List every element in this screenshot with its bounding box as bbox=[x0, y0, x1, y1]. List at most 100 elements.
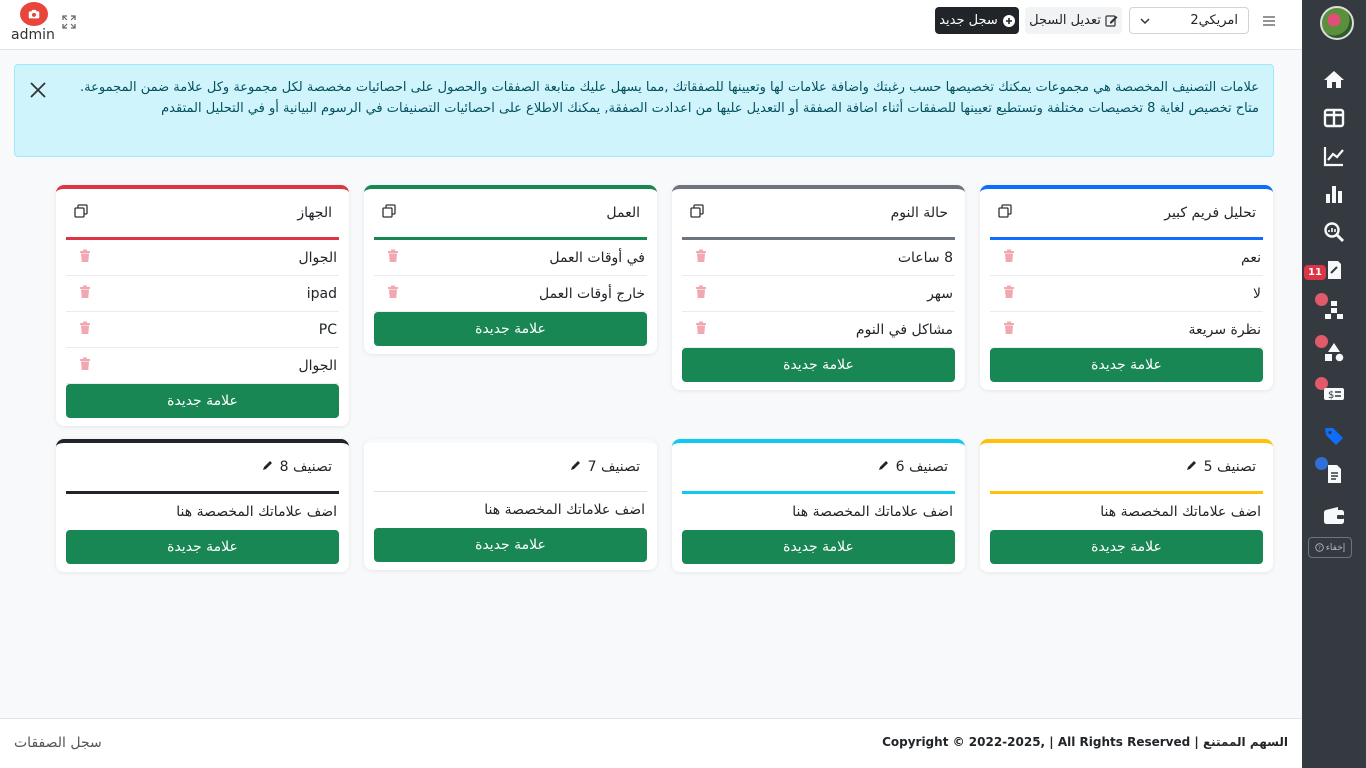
trash-icon[interactable] bbox=[1002, 285, 1016, 303]
category-card: تصنيف 8 اضف علاماتك المخصصة هنا علامة جديد… bbox=[56, 439, 349, 572]
tag-label: في أوقات العمل bbox=[549, 249, 645, 266]
hide-sidebar-button[interactable]: ? إخفاء bbox=[1308, 537, 1352, 558]
shapes-icon[interactable] bbox=[1320, 338, 1348, 366]
card-title-wrap: العمل bbox=[606, 205, 640, 221]
card-header: تصنيف 5 bbox=[980, 443, 1273, 491]
empty-placeholder: اضف علاماتك المخصصة هنا bbox=[176, 504, 337, 520]
new-tag-button[interactable]: علامة جديدة bbox=[374, 528, 647, 562]
card-header: حالة النوم bbox=[672, 189, 965, 237]
card-title: تحليل فريم كبير bbox=[1164, 205, 1256, 221]
category-card: تصنيف 5 اضف علاماتك المخصصة هنا علامة جديد… bbox=[980, 439, 1273, 572]
info-alert: علامات التصنيف المخصصة هي مجموعات يمكنك … bbox=[14, 64, 1274, 157]
account-select-value: امريكي2 bbox=[1190, 13, 1238, 28]
tag-row: PC bbox=[66, 312, 339, 348]
close-icon[interactable] bbox=[29, 81, 47, 99]
journal-icon[interactable] bbox=[1320, 256, 1348, 284]
new-record-label: سجل جديد bbox=[939, 13, 998, 28]
tag-label: سهر bbox=[927, 285, 953, 302]
pencil-icon[interactable] bbox=[261, 459, 274, 476]
edit-record-button[interactable]: تعديل السجل bbox=[1025, 7, 1122, 34]
tag-row: الجوال bbox=[66, 240, 339, 276]
footer: سجل الصفقات السهم الممتنع | Copyright © … bbox=[0, 718, 1302, 768]
edit-record-label: تعديل السجل bbox=[1029, 13, 1101, 28]
trash-icon[interactable] bbox=[1002, 321, 1016, 339]
tag-label: PC bbox=[318, 321, 337, 338]
menu-icon[interactable] bbox=[1262, 14, 1278, 30]
sidebar: 11 $ ? إخفاء bbox=[1302, 0, 1366, 768]
card-header: تصنيف 8 bbox=[56, 443, 349, 491]
card-title-wrap: تصنيف 5 bbox=[1185, 459, 1256, 476]
empty-placeholder: اضف علاماتك المخصصة هنا bbox=[792, 504, 953, 520]
card-title: حالة النوم bbox=[890, 205, 948, 221]
new-tag-button[interactable]: علامة جديدة bbox=[66, 530, 339, 564]
new-record-button[interactable]: سجل جديد bbox=[935, 7, 1019, 34]
tag-label: الجوال bbox=[298, 249, 338, 266]
tag-row: مشاكل في النوم bbox=[682, 312, 955, 348]
copy-icon[interactable] bbox=[690, 204, 704, 222]
card-header: تصنيف 7 bbox=[364, 443, 657, 491]
trash-icon[interactable] bbox=[78, 321, 92, 339]
card-title-wrap: تصنيف 7 bbox=[569, 459, 640, 476]
pencil-icon[interactable] bbox=[569, 459, 582, 476]
tags-icon[interactable] bbox=[1320, 422, 1348, 450]
copy-icon[interactable] bbox=[998, 204, 1012, 222]
card-title-wrap: تصنيف 8 bbox=[261, 459, 332, 476]
bar-chart-icon[interactable] bbox=[1320, 180, 1348, 208]
search-analytics-icon[interactable] bbox=[1320, 218, 1348, 246]
trash-icon[interactable] bbox=[78, 285, 92, 303]
pencil-icon[interactable] bbox=[1185, 459, 1198, 476]
tag-row: لا bbox=[990, 276, 1263, 312]
tag-label: نظرة سريعة bbox=[1188, 321, 1261, 338]
home-icon[interactable] bbox=[1320, 66, 1348, 94]
tag-label: الجوال bbox=[298, 357, 338, 374]
hide-sidebar-label: إخفاء bbox=[1325, 542, 1346, 553]
tag-label: مشاكل في النوم bbox=[855, 321, 953, 338]
card-title: تصنيف 7 bbox=[587, 459, 640, 475]
copy-icon[interactable] bbox=[382, 204, 396, 222]
money-icon[interactable]: $ bbox=[1320, 380, 1348, 408]
document-icon[interactable] bbox=[1320, 460, 1348, 488]
fullscreen-icon[interactable] bbox=[62, 15, 76, 29]
card-title: تصنيف 5 bbox=[1203, 459, 1256, 475]
new-tag-button[interactable]: علامة جديدة bbox=[374, 312, 647, 346]
plus-circle-icon bbox=[1002, 14, 1015, 27]
tag-row: ipad bbox=[66, 276, 339, 312]
footer-link[interactable]: سجل الصفقات bbox=[14, 735, 102, 751]
copy-icon[interactable] bbox=[74, 204, 88, 222]
card-title-wrap: الجهاز bbox=[297, 205, 332, 221]
tag-row: سهر bbox=[682, 276, 955, 312]
trash-icon[interactable] bbox=[694, 285, 708, 303]
tag-row: في أوقات العمل bbox=[374, 240, 647, 276]
alert-line-1: علامات التصنيف المخصصة هي مجموعات يمكنك … bbox=[80, 80, 1259, 95]
hierarchy-icon[interactable] bbox=[1320, 296, 1348, 324]
new-tag-button[interactable]: علامة جديدة bbox=[990, 530, 1263, 564]
card-header: العمل bbox=[364, 189, 657, 237]
trash-icon[interactable] bbox=[694, 321, 708, 339]
tag-row: نظرة سريعة bbox=[990, 312, 1263, 348]
trash-icon[interactable] bbox=[386, 285, 400, 303]
card-title: العمل bbox=[606, 205, 640, 221]
account-select[interactable]: امريكي2 bbox=[1129, 7, 1249, 34]
card-header: تصنيف 6 bbox=[672, 443, 965, 491]
new-tag-button[interactable]: علامة جديدة bbox=[682, 348, 955, 382]
category-card: حالة النوم 8 ساعات سهر مشاكل في النوم علامة … bbox=[672, 185, 965, 390]
tag-label: 8 ساعات bbox=[897, 249, 953, 266]
trash-icon[interactable] bbox=[694, 249, 708, 267]
pencil-icon[interactable] bbox=[877, 459, 890, 476]
wallet-icon[interactable] bbox=[1320, 502, 1348, 530]
card-title: الجهاز bbox=[297, 205, 332, 221]
trash-icon[interactable] bbox=[1002, 249, 1016, 267]
app-logo[interactable] bbox=[20, 2, 48, 26]
trash-icon[interactable] bbox=[78, 249, 92, 267]
new-tag-button[interactable]: علامة جديدة bbox=[66, 384, 339, 418]
trash-icon[interactable] bbox=[386, 249, 400, 267]
layout-icon[interactable] bbox=[1320, 104, 1348, 132]
help-circle-icon: ? bbox=[1314, 543, 1324, 552]
avatar[interactable] bbox=[1320, 6, 1354, 40]
new-tag-button[interactable]: علامة جديدة bbox=[990, 348, 1263, 382]
category-card: تصنيف 7 اضف علاماتك المخصصة هنا علامة جديد… bbox=[364, 439, 657, 570]
new-tag-button[interactable]: علامة جديدة bbox=[682, 530, 955, 564]
line-chart-icon[interactable] bbox=[1320, 142, 1348, 170]
top-bar: admin سجل جديد تعديل السجل امريكي2 bbox=[0, 0, 1302, 50]
trash-icon[interactable] bbox=[78, 357, 92, 375]
